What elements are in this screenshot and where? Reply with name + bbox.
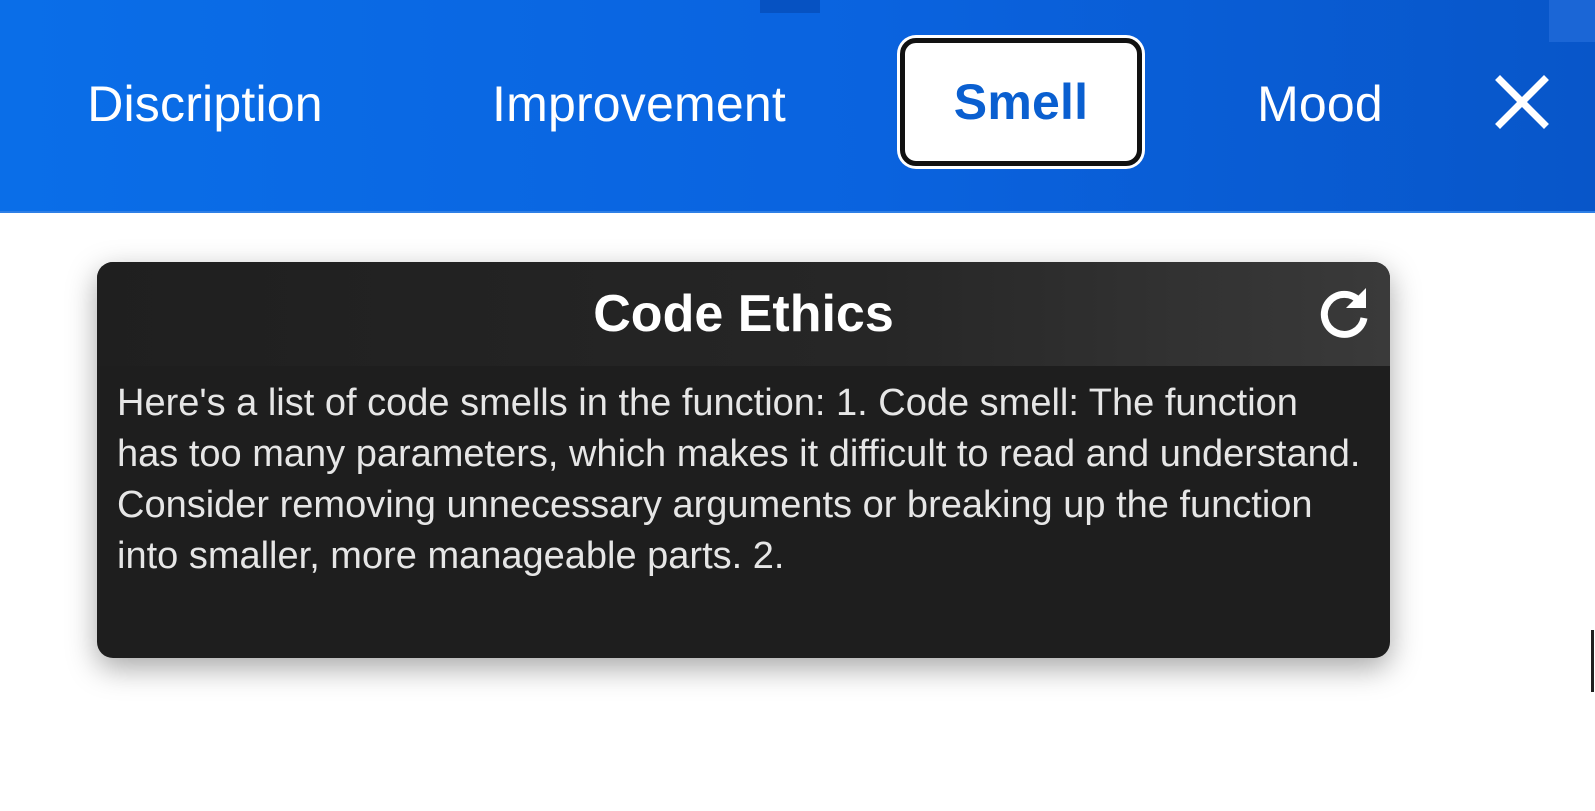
tab-mood-label: Mood [1257,76,1383,132]
close-button[interactable] [1490,70,1554,134]
card-title: Code Ethics [593,285,894,343]
tab-bar: Discription Improvement Smell Mood [0,0,1595,211]
tab-smell[interactable]: Smell [900,38,1142,166]
tab-smell-label: Smell [953,74,1089,130]
tab-improvement[interactable]: Improvement [474,40,804,168]
top-corner-block [1549,0,1595,42]
top-notch [760,0,820,13]
tab-discription[interactable]: Discription [70,40,340,168]
tab-improvement-label: Improvement [492,76,786,132]
edge-divider [1591,630,1594,692]
refresh-icon [1320,288,1368,338]
result-card: Code Ethics Here's a list of code smells… [97,262,1390,658]
refresh-button[interactable] [1314,284,1374,344]
tab-discription-label: Discription [87,76,323,132]
tab-mood[interactable]: Mood [1240,40,1400,168]
card-body-text: Here's a list of code smells in the func… [117,382,1361,577]
close-icon [1495,75,1549,129]
